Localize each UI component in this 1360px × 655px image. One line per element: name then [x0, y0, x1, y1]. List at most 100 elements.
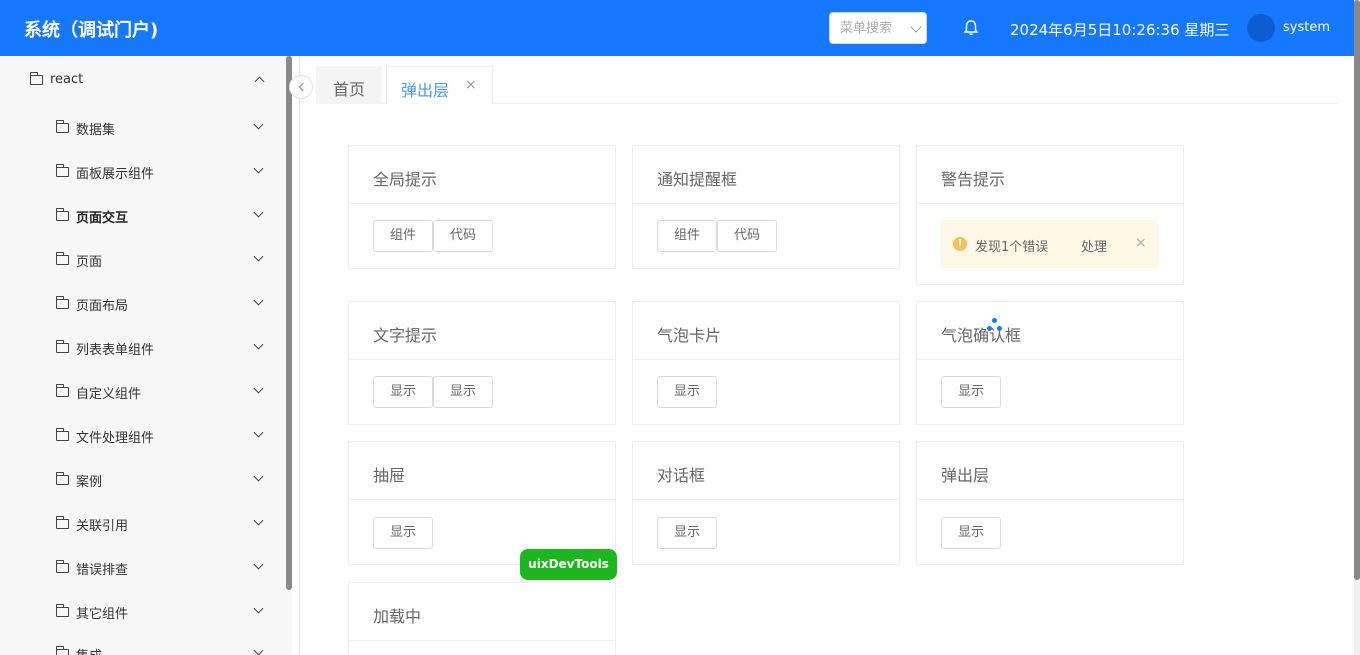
- show-button[interactable]: 显示: [657, 517, 717, 549]
- sidebar-item-custom-components[interactable]: 自定义组件: [54, 381, 270, 403]
- sidebar-item-label: 面板展示组件: [76, 167, 155, 182]
- card-popup-layer: 弹出层 显示: [916, 441, 1184, 565]
- sidebar-scrollbar[interactable]: [286, 56, 292, 590]
- card-popover: 气泡卡片 显示: [632, 301, 900, 425]
- show-button[interactable]: 显示: [433, 376, 493, 408]
- card-title: 文字提示: [373, 326, 438, 345]
- divider: [917, 499, 1183, 500]
- spinner-dot: [992, 318, 997, 323]
- card-title: 警告提示: [941, 170, 1006, 189]
- sidebar-item-page-layout[interactable]: 页面布局: [54, 293, 270, 315]
- folder-icon: [56, 296, 69, 309]
- tab-popup-layer[interactable]: 弹出层 ×: [386, 66, 493, 104]
- tab-label: 弹出层: [401, 81, 450, 100]
- warning-alert: ! 发现1个错误 处理 ×: [941, 220, 1159, 268]
- username[interactable]: system: [1283, 20, 1330, 35]
- chevron-down-icon: [910, 21, 922, 33]
- close-icon[interactable]: ×: [465, 77, 477, 93]
- divider: [349, 359, 615, 360]
- page-scrollbar[interactable]: [1354, 0, 1360, 655]
- top-header: 系统（调试门户) 2024年6月5日10:26:36 星期三 system: [0, 0, 1354, 56]
- folder-icon: [30, 72, 43, 85]
- code-button[interactable]: 代码: [717, 220, 777, 252]
- card-title: 气泡确认框: [941, 326, 1022, 345]
- sidebar-divider: [299, 56, 300, 655]
- card-popconfirm: 气泡确认框 显示: [916, 301, 1184, 425]
- show-button[interactable]: 显示: [373, 517, 433, 549]
- show-button[interactable]: 显示: [373, 376, 433, 408]
- sidebar-item-label: 页面交互: [76, 211, 129, 226]
- folder-icon: [56, 560, 69, 573]
- sidebar-item-panel-display[interactable]: 面板展示组件: [54, 161, 270, 183]
- sidebar-collapse-button[interactable]: [289, 75, 313, 99]
- alert-action-link[interactable]: 处理: [1081, 236, 1107, 255]
- component-button[interactable]: 组件: [657, 220, 717, 252]
- folder-icon: [56, 472, 69, 485]
- card-global-tip: 全局提示 组件 代码: [348, 145, 616, 269]
- chevron-down-icon: [253, 645, 264, 655]
- sidebar-item-troubleshooting[interactable]: 错误排查: [54, 557, 270, 579]
- folder-icon: [56, 252, 69, 265]
- chevron-down-icon: [253, 383, 264, 394]
- card-title: 对话框: [657, 466, 706, 485]
- sidebar-item-other-components[interactable]: 其它组件: [54, 601, 270, 623]
- spinner-dot: [987, 326, 992, 331]
- sidebar-item-label: 错误排查: [76, 563, 129, 578]
- sidebar-item-label: 案例: [76, 475, 103, 490]
- avatar[interactable]: [1247, 14, 1275, 42]
- show-button[interactable]: 显示: [941, 376, 1001, 408]
- sidebar-item-label: 数据集: [76, 123, 116, 138]
- divider: [633, 359, 899, 360]
- chevron-down-icon: [253, 603, 264, 614]
- menu-search-input[interactable]: [840, 13, 910, 43]
- sidebar-item-references[interactable]: 关联引用: [54, 513, 270, 535]
- bell-icon[interactable]: [962, 19, 980, 37]
- card-title: 加载中: [373, 607, 422, 626]
- sidebar-item-dataset[interactable]: 数据集: [54, 117, 270, 139]
- sidebar-item-page-interaction[interactable]: 页面交互: [54, 205, 270, 227]
- card-dialog: 对话框 显示: [632, 441, 900, 565]
- show-button[interactable]: 显示: [657, 376, 717, 408]
- component-button[interactable]: 组件: [373, 220, 433, 252]
- content-area: 全局提示 组件 代码 通知提醒框 组件 代码 警告提示 ! 发现1个错误 处理 …: [316, 121, 1338, 655]
- sidebar-item-list-form[interactable]: 列表表单组件: [54, 337, 270, 359]
- code-button[interactable]: 代码: [433, 220, 493, 252]
- spinner-dot: [997, 326, 1002, 331]
- alert-message: 发现1个错误: [975, 240, 1049, 255]
- close-icon[interactable]: ×: [1135, 235, 1147, 251]
- sidebar-item-file-processing[interactable]: 文件处理组件: [54, 425, 270, 447]
- tab-home[interactable]: 首页: [316, 66, 382, 104]
- chevron-down-icon: [253, 207, 264, 218]
- sidebar-item-label: 列表表单组件: [76, 343, 155, 358]
- card-warning: 警告提示 ! 发现1个错误 处理 ×: [916, 145, 1184, 285]
- sidebar-item-label: react: [50, 72, 84, 87]
- chevron-down-icon: [253, 515, 264, 526]
- devtools-button[interactable]: uixDevTools: [520, 549, 617, 580]
- show-button[interactable]: 显示: [941, 517, 1001, 549]
- folder-icon: [56, 208, 69, 221]
- divider: [349, 640, 615, 641]
- card-title: 全局提示: [373, 170, 438, 189]
- chevron-down-icon: [253, 251, 264, 262]
- page-scrollbar-thumb[interactable]: [1354, 0, 1360, 580]
- menu-search-select[interactable]: [829, 12, 927, 44]
- folder-icon: [56, 646, 69, 655]
- folder-icon: [56, 428, 69, 441]
- sidebar-item-label: 文件处理组件: [76, 431, 155, 446]
- chevron-down-icon: [253, 163, 264, 174]
- app-title: 系统（调试门户): [24, 20, 159, 41]
- sidebar-item-label: 页面: [76, 255, 103, 270]
- divider: [633, 203, 899, 204]
- sidebar-item-label: 其它组件: [76, 607, 129, 622]
- sidebar-item-react[interactable]: react: [28, 70, 278, 92]
- card-title: 弹出层: [941, 466, 990, 485]
- card-title: 气泡卡片: [657, 326, 722, 345]
- chevron-down-icon: [253, 295, 264, 306]
- card-drawer: 抽屉 显示: [348, 441, 616, 565]
- chevron-down-icon: [253, 471, 264, 482]
- sidebar-item-integration[interactable]: 集成: [54, 643, 270, 655]
- chevron-down-icon: [253, 119, 264, 130]
- chevron-up-icon: [254, 76, 265, 87]
- sidebar-item-page[interactable]: 页面: [54, 249, 270, 271]
- sidebar-item-cases[interactable]: 案例: [54, 469, 270, 491]
